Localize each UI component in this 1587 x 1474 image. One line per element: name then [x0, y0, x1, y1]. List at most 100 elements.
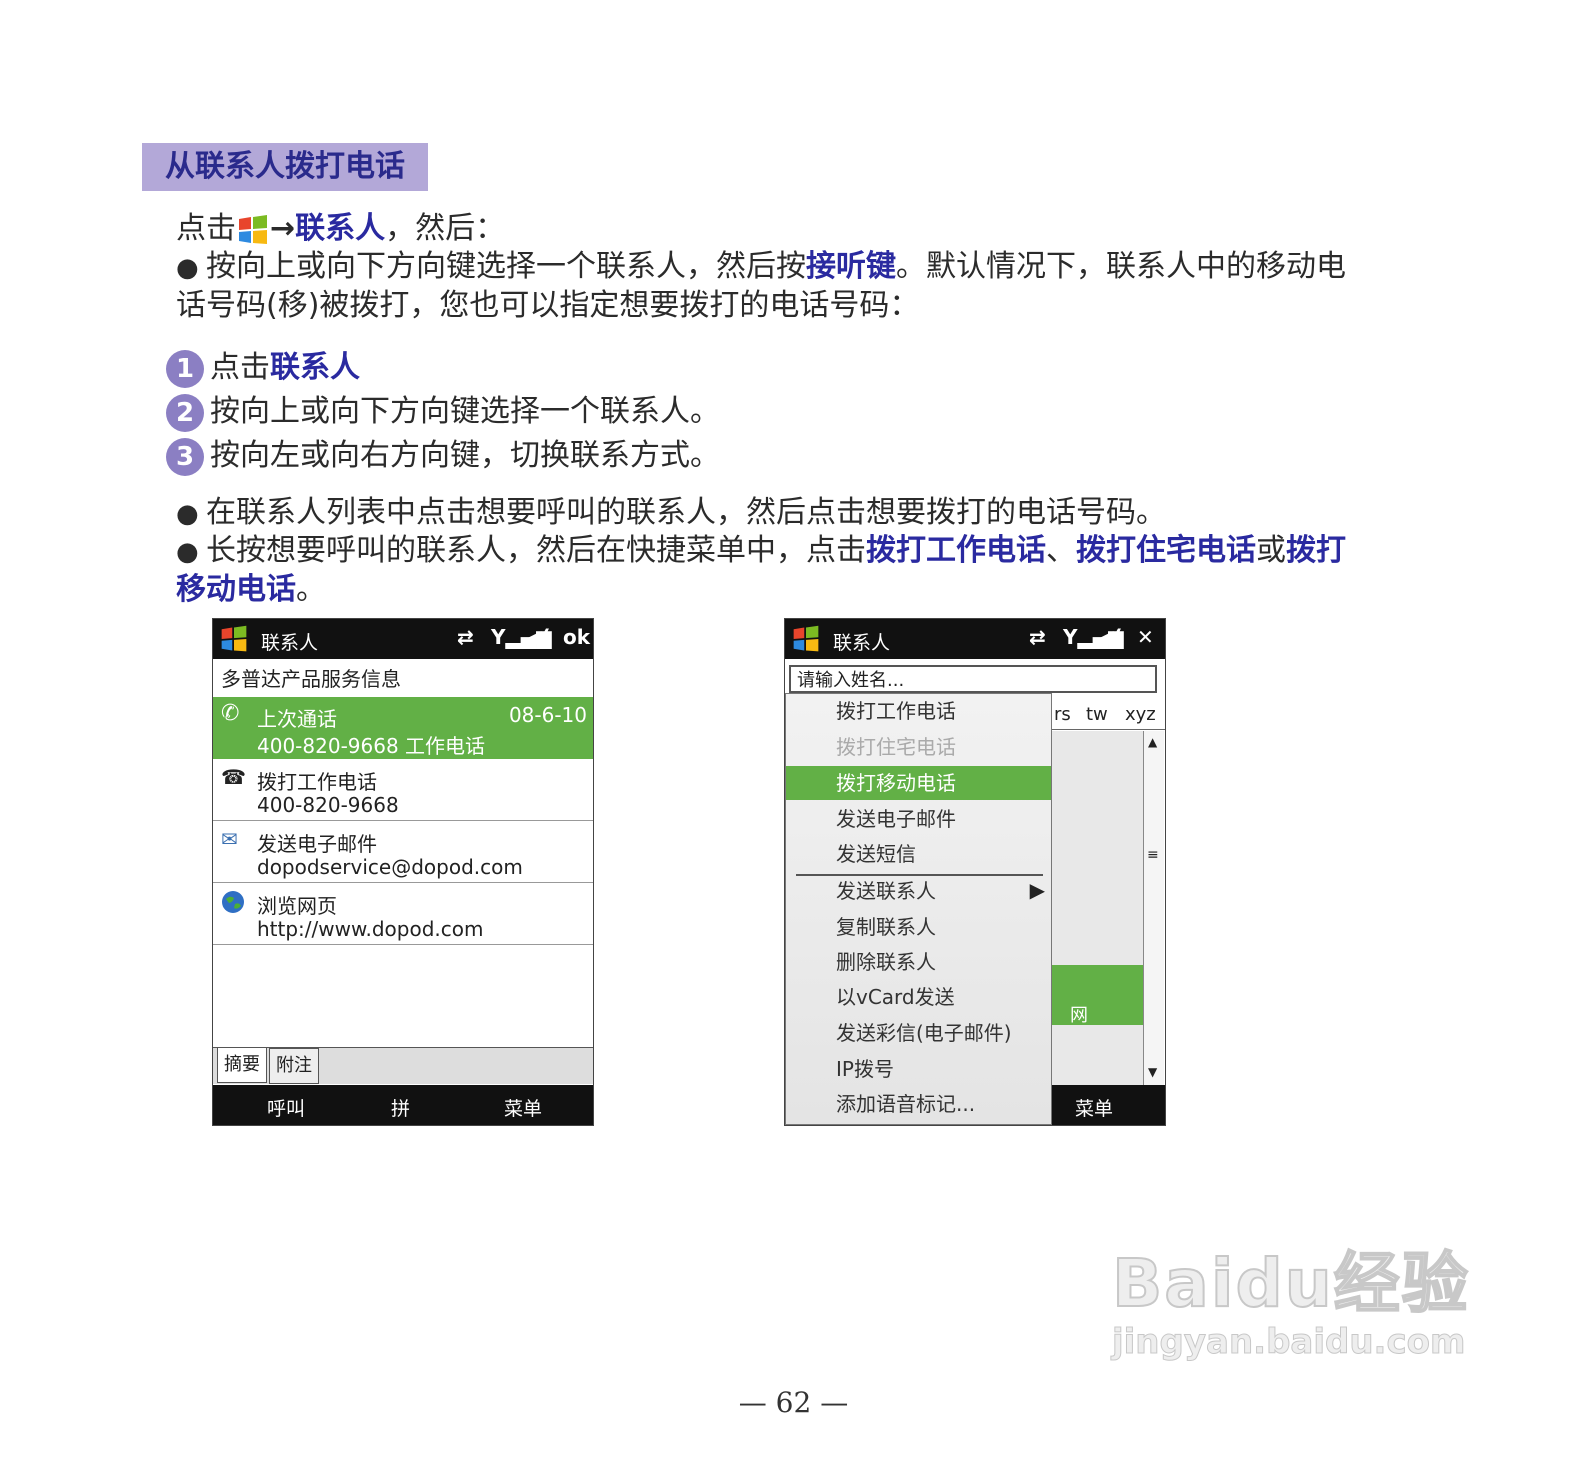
- menu-item-send-sms[interactable]: 发送短信: [786, 837, 1051, 871]
- sync-icon: ⇄: [1029, 625, 1046, 649]
- menu-item-voice-tag[interactable]: 添加语音标记...: [786, 1087, 1051, 1121]
- bullet-dot: ●: [176, 499, 199, 529]
- menu-item-send-contact[interactable]: 发送联系人: [786, 874, 1051, 908]
- menu-item-mms[interactable]: 发送彩信(电子邮件): [786, 1016, 1051, 1050]
- alpha-tab[interactable]: tw: [1086, 704, 1108, 725]
- last-call-label: 上次通话: [257, 707, 337, 731]
- item-label: 拨打工作电话: [257, 770, 377, 794]
- menu-item-send-email[interactable]: 发送电子邮件: [786, 802, 1051, 836]
- email-icon: ✉: [221, 827, 238, 851]
- bullet3-em3b: 移动电话: [176, 572, 296, 607]
- step-text: 按向左或向右方向键，切换联系方式。: [210, 438, 720, 473]
- menu-item-delete-contact[interactable]: 删除联系人: [786, 945, 1051, 979]
- bullet1-em: 接听键: [806, 249, 896, 284]
- scroll-thumb-icon[interactable]: ≡: [1147, 847, 1159, 863]
- soft-key-bar: 呼叫 拼 菜单: [213, 1085, 593, 1125]
- net-label: 网: [1070, 1005, 1088, 1026]
- call-work-row[interactable]: ☎ 拨打工作电话 400-820-9668: [213, 763, 593, 819]
- intro-line: 点击 →联系人，然后：: [176, 210, 505, 248]
- bullet1-text-a: 按向上或向下方向键选择一个联系人，然后按: [206, 249, 806, 284]
- name-search-input[interactable]: 请输入姓名...: [789, 665, 1157, 693]
- bullet1-line2: 话号码(移)被拨打，您也可以指定想要拨打的电话号码：: [176, 288, 920, 323]
- divider: [213, 882, 593, 883]
- input-method-button[interactable]: 拼: [391, 1094, 410, 1121]
- sync-icon: ⇄: [457, 625, 474, 649]
- steps-list: 1 点击联系人 2 按向上或向下方向键选择一个联系人。 3 按向左或向右方向键，切换联…: [166, 346, 720, 478]
- divider: [213, 944, 593, 945]
- bullet3-end: 。: [296, 572, 326, 607]
- windows-start-icon[interactable]: [791, 624, 821, 654]
- window-title: 联系人: [261, 632, 319, 654]
- item-value: dopodservice@dopod.com: [257, 855, 523, 879]
- alpha-tab[interactable]: rs: [1054, 704, 1071, 725]
- browse-web-row[interactable]: 浏览网页 http://www.dopod.com: [213, 887, 593, 943]
- bullet2-text: 在联系人列表中点击想要呼叫的联系人，然后点击想要拨打的电话号码。: [206, 495, 1166, 530]
- step-1: 1 点击联系人: [166, 346, 720, 390]
- page-number: — 62 —: [738, 1386, 849, 1419]
- menu-item-call-work[interactable]: 拨打工作电话: [786, 694, 1051, 728]
- send-email-row[interactable]: ✉ 发送电子邮件 dopodservice@dopod.com: [213, 825, 593, 881]
- menu-softkey[interactable]: 菜单: [504, 1094, 542, 1121]
- windows-start-icon[interactable]: [219, 624, 249, 654]
- step-2: 2 按向上或向下方向键选择一个联系人。: [166, 390, 720, 434]
- scroll-down-icon[interactable]: ▼: [1148, 1065, 1157, 1079]
- tab-summary[interactable]: 摘要: [217, 1048, 267, 1083]
- bullet3-or: 或: [1256, 533, 1286, 568]
- scrollbar[interactable]: ▲ ≡ ▼: [1143, 731, 1164, 1085]
- last-call-date: 08-6-10: [508, 703, 587, 727]
- bullet-dot: ●: [176, 537, 199, 567]
- step-3: 3 按向左或向右方向键，切换联系方式。: [166, 434, 720, 478]
- watermark-brand: Baidu经验: [1111, 1244, 1470, 1323]
- scroll-up-icon[interactable]: ▲: [1148, 735, 1157, 749]
- menu-softkey[interactable]: 菜单: [1075, 1094, 1113, 1121]
- step-text: 按向上或向下方向键选择一个联系人。: [210, 394, 720, 429]
- call-softkey[interactable]: 呼叫: [267, 1094, 305, 1121]
- contact-detail-screen: 联系人 ⇄ Y▂▄▆ ◀( ok 多普达产品服务信息 ✆ 上次通话 08-6-1…: [212, 618, 594, 1126]
- menu-item-copy-contact[interactable]: 复制联系人: [786, 910, 1051, 944]
- title-bar: 联系人 ⇄ Y▂▄▆ ◀( ✕: [785, 619, 1165, 659]
- contact-list-background: [1050, 731, 1143, 1085]
- bullet3-em2: 拨打住宅电话: [1076, 533, 1256, 568]
- item-label: 浏览网页: [257, 894, 337, 918]
- bullet-2: ● 在联系人列表中点击想要呼叫的联系人，然后点击想要拨打的电话号码。: [176, 494, 1166, 533]
- phone-call-icon: ✆: [221, 701, 240, 726]
- section-heading: 从联系人拨打电话: [142, 143, 428, 191]
- item-value: 400-820-9668: [257, 793, 399, 817]
- phone-icon: ☎: [221, 765, 246, 789]
- title-bar: 联系人 ⇄ Y▂▄▆ ◀( ok: [213, 619, 593, 659]
- divider: [213, 820, 593, 821]
- menu-item-vcard[interactable]: 以vCard发送: [786, 980, 1051, 1014]
- menu-item-call-home: 拨打住宅电话: [836, 735, 956, 759]
- step-number: 1: [166, 349, 204, 388]
- last-call-row[interactable]: ✆ 上次通话 08-6-10 400-820-9668 工作电话: [213, 697, 593, 759]
- intro-link: 联系人: [295, 211, 386, 246]
- soft-key-bar: 菜单: [1050, 1085, 1165, 1125]
- step-number: 2: [166, 393, 204, 432]
- step-text: 点击: [210, 350, 270, 385]
- intro-suffix: ，然后：: [385, 211, 506, 246]
- last-call-number: 400-820-9668 工作电话: [257, 734, 486, 758]
- step-number: 3: [166, 437, 204, 476]
- tab-notes[interactable]: 附注: [269, 1048, 319, 1084]
- close-icon[interactable]: ✕: [1137, 625, 1154, 649]
- baidu-watermark: Baidu经验 jingyan.baidu.com: [1111, 1230, 1470, 1363]
- item-label: 发送电子邮件: [257, 832, 377, 856]
- tab-strip: 摘要 附注: [213, 1047, 593, 1084]
- bullet3-em1: 拨打工作电话: [866, 533, 1046, 568]
- bullet-dot: ●: [176, 253, 199, 283]
- bullet3-em3a: 拨打: [1286, 533, 1346, 568]
- speaker-icon: ◀(: [526, 625, 551, 649]
- ok-button[interactable]: ok: [563, 625, 590, 649]
- globe-icon: [222, 891, 244, 913]
- contact-name: 多普达产品服务信息: [221, 667, 401, 691]
- step-em: 联系人: [270, 350, 360, 385]
- bullet3-sep: 、: [1046, 533, 1076, 568]
- window-title: 联系人: [833, 632, 891, 654]
- arrow-icon: →: [270, 211, 296, 246]
- menu-item-ip-dial[interactable]: IP拨号: [786, 1052, 1051, 1086]
- alpha-tab[interactable]: xyz: [1125, 704, 1156, 725]
- intro-prefix: 点击: [176, 211, 236, 246]
- menu-item-call-mobile[interactable]: 拨打移动电话: [786, 766, 1051, 800]
- bullet-1: ● 按向上或向下方向键选择一个联系人，然后按接听键。默认情况下，联系人中的移动电 …: [176, 248, 1346, 325]
- selected-contact-row[interactable]: 网: [1050, 965, 1143, 1026]
